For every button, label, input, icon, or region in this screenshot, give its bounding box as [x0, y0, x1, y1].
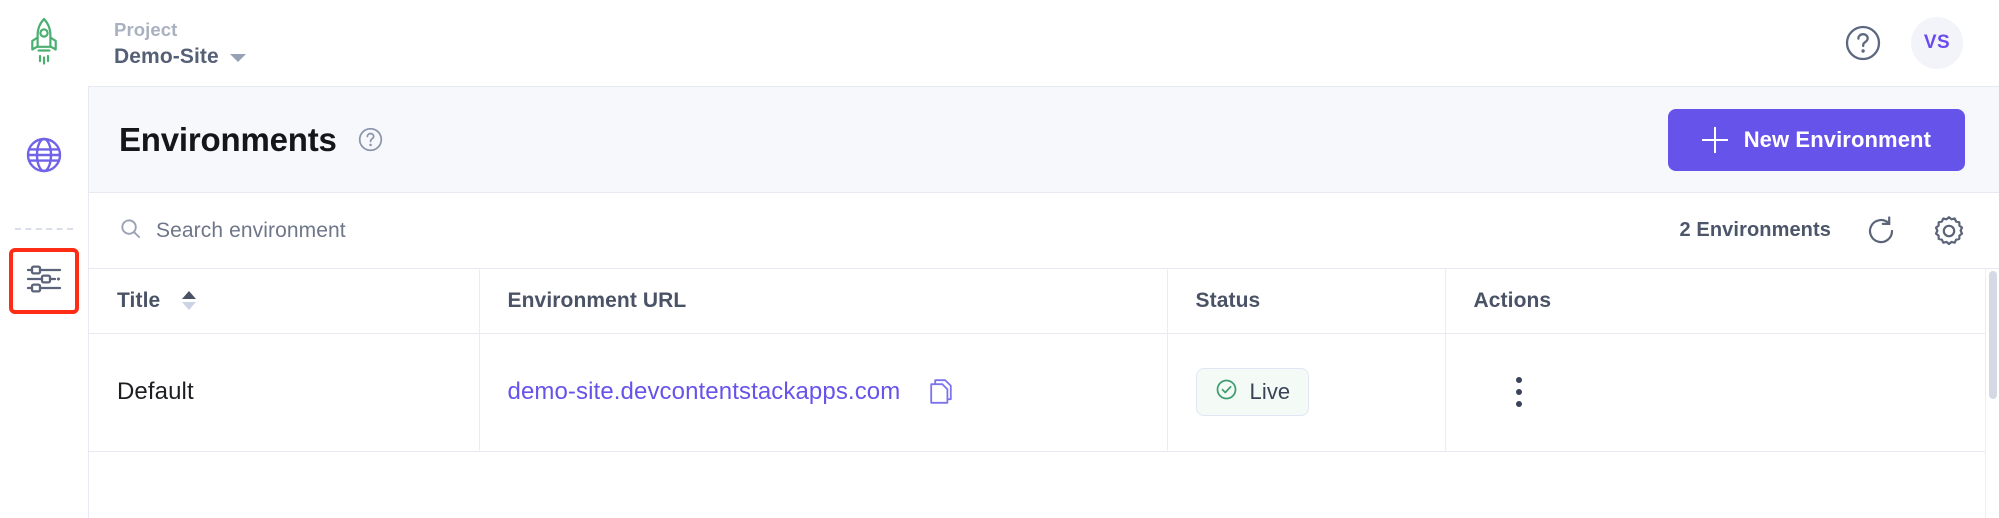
column-header-environment-url-label: Environment URL: [507, 288, 687, 312]
column-header-title-label: Title: [117, 288, 161, 312]
project-switcher[interactable]: Project Demo-Site: [114, 17, 246, 69]
kebab-menu-icon[interactable]: [1504, 377, 1534, 407]
sidebar-nav: [0, 86, 88, 314]
sort-ascending-icon: [182, 291, 197, 300]
cell-title: Default: [89, 333, 480, 452]
page-header: Environments New Environment: [89, 87, 1999, 193]
sidebar-item-globe[interactable]: [13, 128, 75, 186]
sort-descending-icon: [182, 302, 197, 311]
cell-actions: [1445, 333, 1999, 452]
search-input[interactable]: [156, 218, 576, 243]
sliders-settings-icon: [24, 259, 64, 304]
content-area: Project Demo-Site VS Environments New En…: [88, 0, 1999, 518]
new-environment-label: New Environment: [1743, 126, 1931, 152]
page-panel: Environments New Environment Search envi…: [88, 86, 1999, 518]
environment-url-link[interactable]: demo-site.devcontentstackapps.com: [508, 378, 901, 406]
copy-icon[interactable]: [928, 378, 954, 406]
table-body: Default demo-site.devcontentstackapps.co…: [89, 333, 1999, 452]
status-badge: Live: [1195, 368, 1310, 416]
project-name: Demo-Site: [114, 44, 219, 68]
column-header-title[interactable]: Title: [89, 269, 480, 334]
project-label: Project: [114, 19, 178, 41]
column-header-actions: Actions: [1445, 269, 1999, 334]
column-header-status[interactable]: Status: [1167, 269, 1446, 334]
gear-icon[interactable]: [1931, 213, 1967, 249]
column-header-status-label: Status: [1195, 288, 1261, 312]
sidebar-divider: [15, 228, 73, 230]
sort-arrows-icon[interactable]: [182, 291, 197, 311]
avatar[interactable]: VS: [1911, 17, 1963, 69]
topbar-actions: VS: [1843, 17, 1963, 69]
table-vertical-scrollbar[interactable]: [1985, 269, 1999, 518]
project-name-row: Demo-Site: [114, 45, 246, 69]
plus-icon: [1701, 126, 1728, 153]
check-circle-icon: [1215, 378, 1238, 406]
environment-count: 2 Environments: [1679, 219, 1831, 241]
environments-table: Title Environment URL Status Actions Def…: [89, 269, 1999, 452]
page-title-help-circle-icon[interactable]: [357, 126, 384, 153]
table-row[interactable]: Default demo-site.devcontentstackapps.co…: [89, 333, 1999, 452]
table-toolbar: 2 Environments: [89, 193, 1999, 269]
column-header-actions-label: Actions: [1473, 288, 1552, 312]
left-sidebar: [0, 0, 88, 518]
top-bar: Project Demo-Site VS: [88, 0, 1999, 86]
refresh-icon[interactable]: [1864, 214, 1898, 248]
new-environment-button[interactable]: New Environment: [1667, 108, 1965, 171]
search-icon: [119, 217, 142, 245]
table-head: Title Environment URL Status Actions: [89, 269, 1999, 334]
help-circle-icon[interactable]: [1843, 23, 1883, 63]
table-header-row: Title Environment URL Status Actions: [89, 269, 1999, 334]
toolbar-actions: 2 Environments: [1680, 213, 1967, 249]
app-window: Project Demo-Site VS Environments New En…: [0, 0, 1999, 518]
globe-icon: [24, 135, 64, 180]
environment-title: Default: [117, 378, 194, 405]
table-scroll-container: Title Environment URL Status Actions Def…: [89, 269, 1999, 518]
search-box[interactable]: [119, 217, 576, 245]
cell-environment-url: demo-site.devcontentstackapps.com: [479, 333, 1168, 452]
chevron-down-icon: [229, 54, 246, 63]
rocket-icon: [22, 16, 66, 71]
column-header-environment-url[interactable]: Environment URL: [479, 269, 1168, 334]
app-logo[interactable]: [0, 0, 88, 86]
status-label: Live: [1249, 379, 1291, 404]
scrollbar-thumb[interactable]: [1989, 271, 1997, 399]
sidebar-item-settings[interactable]: [9, 248, 79, 314]
cell-status: Live: [1167, 333, 1446, 452]
page-title: Environments: [119, 120, 337, 158]
